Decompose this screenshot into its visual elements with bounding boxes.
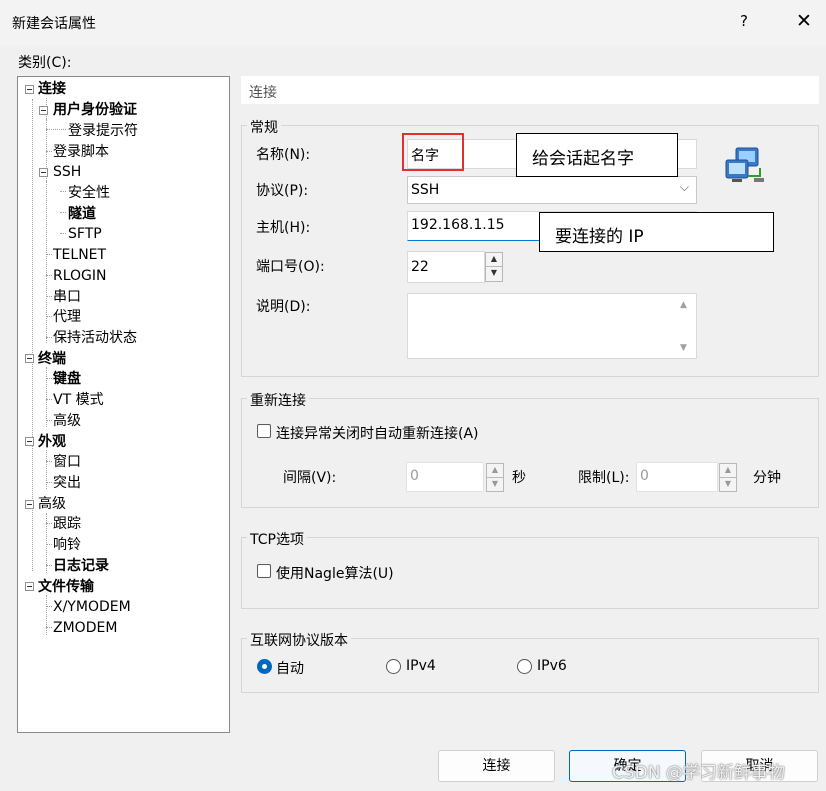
port-label: 端口号(O): [256,259,325,275]
limit-input[interactable]: 0 [636,462,718,492]
tree-item-trace[interactable]: 跟踪 [53,515,81,533]
tree-item-terminal-advanced[interactable]: 高级 [53,412,81,430]
radio-auto-label: 自动 [276,661,304,677]
category-label: 类别(C): [18,55,72,71]
network-computers-icon [725,147,764,182]
tree-item-ssh[interactable]: SSH [53,163,81,181]
collapse-icon[interactable] [25,500,34,509]
tree-item-bell[interactable]: 响铃 [53,536,81,554]
host-label: 主机(H): [256,220,311,236]
reconnect-group-title: 重新连接 [247,390,309,410]
scroll-down-icon[interactable]: ▼ [680,343,687,353]
spin-up-icon[interactable]: ▲ [486,253,502,267]
port-input[interactable]: 22 [407,251,485,283]
spin-up-icon[interactable]: ▲ [720,464,736,478]
tcp-group-title: TCP选项 [247,529,307,549]
tree-item-rlogin[interactable]: RLOGIN [53,267,107,285]
auto-reconnect-label: 连接异常关闭时自动重新连接(A) [276,426,479,442]
port-spinner[interactable]: ▲ ▼ [485,252,503,282]
name-label: 名称(N): [256,147,311,163]
tree-item-appearance[interactable]: 外观 [38,433,66,451]
tree-item-user-auth[interactable]: 用户身份验证 [53,101,137,119]
general-group-title: 常规 [247,117,281,137]
interval-unit: 秒 [512,470,526,486]
tree-item-sftp[interactable]: SFTP [68,225,102,243]
nagle-label: 使用Nagle算法(U) [276,566,394,582]
collapse-icon[interactable] [25,354,34,363]
spin-down-icon[interactable]: ▼ [720,478,736,492]
protocol-value: SSH [411,182,440,198]
tree-item-connection[interactable]: 连接 [38,80,66,98]
tree-item-terminal[interactable]: 终端 [38,350,66,368]
auto-reconnect-checkbox[interactable] [257,424,271,438]
spin-up-icon[interactable]: ▲ [487,464,503,478]
tree-item-zmodem[interactable]: ZMODEM [53,619,117,637]
category-tree[interactable]: 连接 用户身份验证 登录提示符 登录脚本 SSH 安全性 隧道 SFTP TEL… [17,76,230,733]
radio-ipv6-label: IPv6 [537,658,567,674]
host-annotation: 要连接的 IP [539,212,774,252]
tree-item-telnet[interactable]: TELNET [53,246,106,264]
protocol-select[interactable]: SSH ⌵ [407,176,697,204]
ip-version-group-title: 互联网协议版本 [247,630,351,650]
title-bar [0,0,826,46]
tree-item-vt-mode[interactable]: VT 模式 [53,391,104,409]
tree-item-tunneling[interactable]: 隧道 [68,205,96,223]
tree-item-highlight[interactable]: 突出 [53,474,81,492]
nagle-checkbox[interactable] [257,564,271,578]
close-button[interactable]: ✕ [796,10,812,32]
tree-item-proxy[interactable]: 代理 [53,308,81,326]
limit-spinner[interactable]: ▲ ▼ [719,463,737,492]
watermark: CSDN @学习新鲜事物 [612,763,785,783]
tree-item-keep-alive[interactable]: 保持活动状态 [53,329,137,347]
collapse-icon[interactable] [25,437,34,446]
scroll-up-icon[interactable]: ▲ [680,300,687,310]
tree-item-login-prompts[interactable]: 登录提示符 [68,122,138,140]
limit-label: 限制(L): [578,470,630,486]
description-label: 说明(D): [256,299,311,315]
spin-down-icon[interactable]: ▼ [486,267,502,281]
tree-item-logging[interactable]: 日志记录 [53,557,109,575]
tree-item-advanced[interactable]: 高级 [38,495,66,513]
name-annotation: 给会话起名字 [516,133,678,177]
help-button[interactable]: ? [740,12,748,30]
connect-button[interactable]: 连接 [438,750,555,782]
interval-label: 间隔(V): [283,470,337,486]
section-header: 连接 [241,76,819,104]
tree-item-file-transfer[interactable]: 文件传输 [38,578,94,596]
tree-item-keyboard[interactable]: 键盘 [53,370,81,388]
collapse-icon[interactable] [25,85,34,94]
interval-input[interactable]: 0 [406,462,484,492]
collapse-icon[interactable] [25,582,34,591]
window-title: 新建会话属性 [12,16,96,32]
tree-item-serial[interactable]: 串口 [53,288,81,306]
chevron-down-icon: ⌵ [679,180,689,194]
limit-unit: 分钟 [753,470,781,486]
collapse-icon[interactable] [39,106,48,115]
radio-ipv4[interactable] [386,659,401,674]
collapse-icon[interactable] [39,168,48,177]
name-highlight-box [402,133,464,171]
radio-ipv6[interactable] [517,659,532,674]
tree-item-login-script[interactable]: 登录脚本 [53,143,109,161]
tree-item-xymodem[interactable]: X/YMODEM [53,598,131,616]
interval-spinner[interactable]: ▲ ▼ [486,463,504,492]
radio-ipv4-label: IPv4 [406,658,436,674]
protocol-label: 协议(P): [256,183,309,199]
radio-auto[interactable] [257,659,272,674]
description-input[interactable] [407,293,697,359]
section-title: 连接 [249,85,277,101]
spin-down-icon[interactable]: ▼ [487,478,503,492]
tree-item-window[interactable]: 窗口 [53,453,81,471]
tree-item-security[interactable]: 安全性 [68,184,110,202]
